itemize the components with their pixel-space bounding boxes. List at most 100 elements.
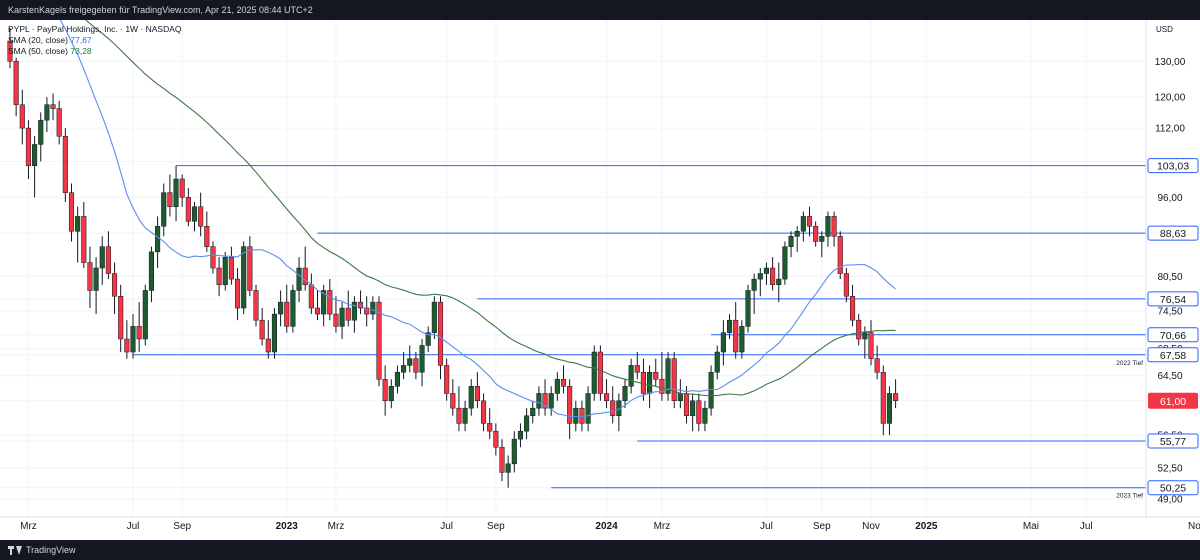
candle[interactable] [216, 257, 222, 297]
candle[interactable] [530, 400, 536, 424]
candle[interactable] [616, 393, 622, 432]
candle[interactable] [776, 262, 782, 303]
candle[interactable] [763, 262, 770, 285]
candle[interactable] [308, 273, 314, 315]
candle[interactable] [284, 284, 290, 333]
candle[interactable] [179, 174, 185, 207]
candle[interactable] [425, 326, 431, 353]
candle[interactable] [462, 400, 468, 432]
candle[interactable] [714, 345, 720, 380]
candle[interactable] [148, 246, 154, 303]
candle[interactable] [604, 379, 610, 409]
candle[interactable] [314, 290, 321, 321]
candle[interactable] [56, 100, 62, 145]
candle[interactable] [647, 365, 653, 409]
candle[interactable] [419, 339, 425, 387]
candle[interactable] [13, 57, 19, 117]
candle[interactable] [450, 379, 456, 416]
candle[interactable] [653, 358, 659, 387]
candle[interactable] [185, 188, 191, 227]
candle[interactable] [259, 308, 265, 346]
candle[interactable] [358, 290, 364, 315]
candle[interactable] [536, 386, 542, 416]
candle[interactable] [659, 352, 665, 401]
candle[interactable] [481, 393, 487, 432]
candle[interactable] [327, 279, 333, 321]
candle[interactable] [32, 136, 38, 198]
candle[interactable] [819, 231, 825, 258]
candle[interactable] [665, 352, 671, 401]
candle[interactable] [321, 284, 327, 327]
candle[interactable] [173, 165, 179, 222]
candle[interactable] [370, 296, 376, 321]
candle[interactable] [788, 231, 794, 258]
price-chart[interactable]: 2022 Tief 2023 Tief USD 130,00 120,00 112,00… [0, 20, 1200, 540]
candle[interactable] [191, 201, 198, 232]
candle[interactable] [167, 174, 173, 217]
candle[interactable] [296, 257, 302, 303]
sma20-legend[interactable]: SMA (20, close) 77,67 [8, 35, 182, 46]
candle[interactable] [511, 431, 517, 473]
candle[interactable] [62, 128, 68, 202]
candle[interactable] [628, 358, 634, 394]
candle[interactable] [800, 211, 806, 242]
candle[interactable] [610, 386, 616, 424]
candle[interactable] [124, 320, 130, 359]
candle[interactable] [228, 246, 234, 285]
candle[interactable] [290, 284, 296, 333]
candle[interactable] [198, 192, 204, 237]
candle[interactable] [75, 206, 81, 263]
candle[interactable] [265, 320, 271, 359]
candle[interactable] [567, 379, 573, 440]
candle[interactable] [708, 365, 714, 416]
candle[interactable] [720, 320, 726, 366]
candle[interactable] [25, 120, 31, 179]
candle[interactable] [468, 379, 474, 416]
candle[interactable] [493, 423, 499, 456]
candle[interactable] [745, 284, 751, 333]
candle[interactable] [880, 365, 886, 436]
candle[interactable] [831, 211, 837, 247]
candle[interactable] [770, 257, 776, 291]
candle[interactable] [850, 284, 856, 327]
candle[interactable] [634, 352, 640, 380]
candle[interactable] [93, 257, 99, 315]
candle[interactable] [247, 236, 253, 297]
candle[interactable] [856, 314, 862, 346]
candle[interactable] [302, 246, 308, 291]
candle[interactable] [874, 345, 880, 380]
candle[interactable] [431, 296, 437, 340]
candle[interactable] [38, 112, 44, 162]
candle[interactable] [751, 273, 757, 315]
candle[interactable] [591, 345, 597, 401]
candle[interactable] [554, 372, 560, 401]
candle[interactable] [333, 296, 339, 333]
candle[interactable] [444, 358, 450, 401]
candle[interactable] [394, 365, 400, 394]
candle[interactable] [690, 393, 696, 432]
candle[interactable] [407, 345, 413, 373]
candle[interactable] [782, 241, 788, 285]
candle[interactable] [702, 400, 708, 432]
candle[interactable] [271, 308, 277, 359]
candle[interactable] [161, 183, 167, 237]
candle[interactable] [130, 314, 136, 359]
candle[interactable] [382, 365, 388, 416]
candle[interactable] [19, 89, 25, 145]
candle[interactable] [825, 211, 831, 247]
candle[interactable] [278, 290, 284, 327]
candle[interactable] [524, 408, 530, 440]
candle[interactable] [456, 386, 462, 432]
symbol-title[interactable]: PYPL · PayPal Holdings, Inc. · 1W · NASD… [8, 24, 182, 35]
candle[interactable] [843, 268, 849, 303]
candle[interactable] [671, 352, 677, 409]
candle[interactable] [585, 386, 591, 432]
candle[interactable] [487, 408, 493, 440]
candle[interactable] [806, 206, 813, 237]
candle[interactable] [560, 365, 567, 394]
candle[interactable] [413, 352, 419, 380]
candle[interactable] [597, 345, 603, 401]
candle[interactable] [542, 379, 548, 416]
candle[interactable] [474, 372, 480, 409]
candle[interactable] [155, 216, 161, 269]
